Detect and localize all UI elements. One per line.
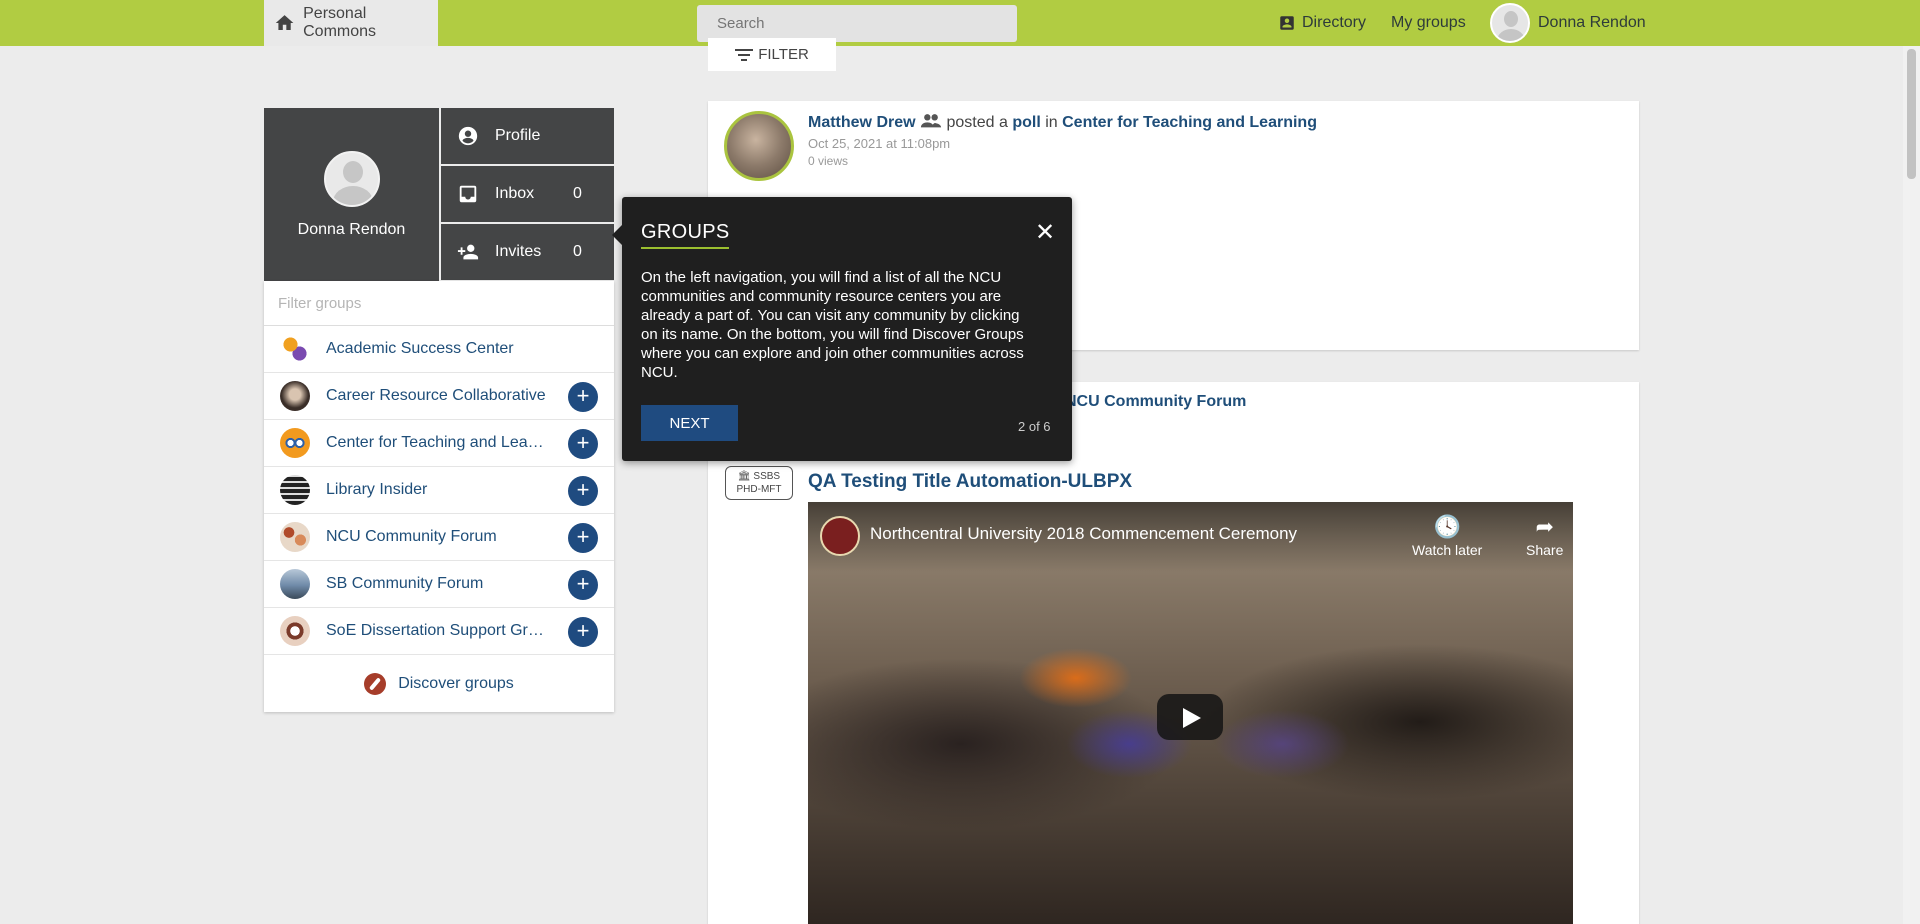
group-name: SB Community Forum xyxy=(326,575,484,592)
post-date: Oct 25, 2021 at 11:08pm xyxy=(808,136,951,151)
inbox-link[interactable]: Inbox 0 xyxy=(441,166,614,222)
inbox-icon xyxy=(459,185,477,203)
filter-icon xyxy=(735,48,754,61)
top-navigation-bar: Personal Commons Directory My groups Don… xyxy=(0,0,1920,46)
profile-card[interactable]: Donna Rendon xyxy=(264,108,439,281)
compass-icon xyxy=(364,672,387,695)
group-logo xyxy=(280,475,310,505)
discover-groups-link[interactable]: Discover groups xyxy=(264,655,614,712)
post-group-link[interactable]: NCU Community Forum xyxy=(1065,393,1246,411)
invites-count: 0 xyxy=(573,243,582,260)
tour-step-counter: 2 of 6 xyxy=(1018,419,1051,434)
directory-link[interactable]: Directory xyxy=(1278,0,1366,46)
group-logo xyxy=(280,428,310,458)
embedded-video[interactable]: Northcentral University 2018 Commencemen… xyxy=(808,502,1573,924)
join-group-button[interactable]: + xyxy=(568,382,598,412)
group-name: NCU Community Forum xyxy=(326,528,497,545)
group-name: Library Insider xyxy=(326,481,428,498)
contact-card-icon xyxy=(1280,16,1294,30)
author-avatar[interactable] xyxy=(724,111,794,181)
group-item-sb-community-forum[interactable]: SB Community Forum + xyxy=(264,561,614,608)
author-link[interactable]: Matthew Drew xyxy=(808,114,916,131)
post-views: 0 views xyxy=(808,154,849,168)
search-input[interactable] xyxy=(697,5,1017,42)
filter-button[interactable]: FILTER xyxy=(708,38,836,71)
channel-logo[interactable] xyxy=(820,516,860,556)
join-group-button[interactable]: + xyxy=(568,570,598,600)
person-add-icon xyxy=(457,244,479,260)
share-label: Share xyxy=(1526,542,1564,558)
group-name: Center for Teaching and Lea… xyxy=(326,434,544,451)
tour-body: On the left navigation, you will find a … xyxy=(641,269,1024,381)
group-logo xyxy=(280,522,310,552)
directory-label: Directory xyxy=(1302,14,1367,31)
personal-commons-label: Personal Commons xyxy=(303,5,377,40)
post-group-link[interactable]: Center for Teaching and Learning xyxy=(1062,114,1317,131)
group-logo xyxy=(280,569,310,599)
tour-tooltip: GROUPS ✕ On the left navigation, you wil… xyxy=(612,197,1072,461)
join-group-button[interactable]: + xyxy=(568,523,598,553)
inbox-count: 0 xyxy=(573,185,582,202)
invites-link[interactable]: Invites 0 xyxy=(441,224,614,280)
group-name: Career Resource Collaborative xyxy=(326,387,546,404)
group-item-library-insider[interactable]: Library Insider + xyxy=(264,467,614,514)
page-scrollbar[interactable] xyxy=(1903,46,1920,924)
group-members-icon xyxy=(920,114,942,128)
profile-name: Donna Rendon xyxy=(297,220,406,238)
profile-link[interactable]: Profile xyxy=(441,108,614,164)
post-in-text: in xyxy=(1045,114,1058,131)
watch-later-button[interactable]: 🕓 Watch later xyxy=(1412,514,1482,558)
group-name: Academic Success Center xyxy=(326,340,514,357)
clock-icon: 🕓 xyxy=(1433,514,1461,539)
home-icon xyxy=(275,15,294,31)
join-group-button[interactable]: + xyxy=(568,429,598,459)
join-group-button[interactable]: + xyxy=(568,476,598,506)
post-title[interactable]: QA Testing Title Automation-ULBPX xyxy=(808,471,1132,493)
share-button[interactable]: ➦ Share xyxy=(1526,514,1563,558)
group-item-career-resource-collaborative[interactable]: Career Resource Collaborative + xyxy=(264,373,614,420)
scrollbar-thumb[interactable] xyxy=(1907,49,1916,179)
play-button[interactable] xyxy=(1157,694,1223,740)
post-type-link[interactable]: poll xyxy=(1012,114,1040,131)
discover-groups-label: Discover groups xyxy=(398,674,514,692)
next-button[interactable]: NEXT xyxy=(641,405,738,441)
share-arrow-icon: ➦ xyxy=(1535,514,1554,539)
user-menu[interactable]: Donna Rendon xyxy=(1490,0,1646,46)
close-icon[interactable]: ✕ xyxy=(1035,218,1055,247)
group-item-soe-dissertation-support[interactable]: SoE Dissertation Support Gr… + xyxy=(264,608,614,655)
join-group-button[interactable]: + xyxy=(568,617,598,647)
tour-title: GROUPS xyxy=(641,221,730,249)
group-item-center-for-teaching[interactable]: Center for Teaching and Lea… + xyxy=(264,420,614,467)
group-logo xyxy=(280,616,310,646)
group-name: SoE Dissertation Support Gr… xyxy=(326,622,544,639)
group-logo-gears-icon xyxy=(280,334,310,364)
program-tag: 🏛 SSBS PHD-MFT xyxy=(725,466,793,500)
watch-later-label: Watch later xyxy=(1412,542,1483,558)
inbox-link-label: Inbox xyxy=(495,185,535,202)
group-item-ncu-community-forum[interactable]: NCU Community Forum + xyxy=(264,514,614,561)
post-action-text: posted a xyxy=(946,114,1008,131)
group-logo xyxy=(280,381,310,411)
video-title[interactable]: Northcentral University 2018 Commencemen… xyxy=(870,524,1297,544)
filter-groups-input[interactable] xyxy=(264,281,614,326)
my-groups-label: My groups xyxy=(1391,14,1466,31)
personal-commons-tab[interactable]: Personal Commons xyxy=(264,0,438,46)
post-header: Matthew Drew posted a poll in Center for… xyxy=(808,113,1317,132)
profile-link-label: Profile xyxy=(495,127,541,144)
my-groups-link[interactable]: My groups xyxy=(1391,0,1466,46)
invites-link-label: Invites xyxy=(495,243,542,260)
user-avatar xyxy=(1490,3,1530,43)
account-circle-icon xyxy=(458,126,478,146)
program-tag-line1: 🏛 SSBS xyxy=(737,471,781,482)
post-card-video: NCU Community Forum 🏛 SSBS PHD-MFT QA Te… xyxy=(708,382,1639,924)
user-name: Donna Rendon xyxy=(1538,14,1646,31)
group-item-academic-success-center[interactable]: Academic Success Center xyxy=(264,326,614,373)
program-tag-line2: PHD-MFT xyxy=(736,484,782,495)
groups-panel: Academic Success Center Career Resource … xyxy=(264,281,614,712)
profile-avatar xyxy=(323,150,380,207)
filter-label: FILTER xyxy=(758,46,809,63)
profile-links: Profile Inbox 0 Invites 0 xyxy=(441,108,614,282)
